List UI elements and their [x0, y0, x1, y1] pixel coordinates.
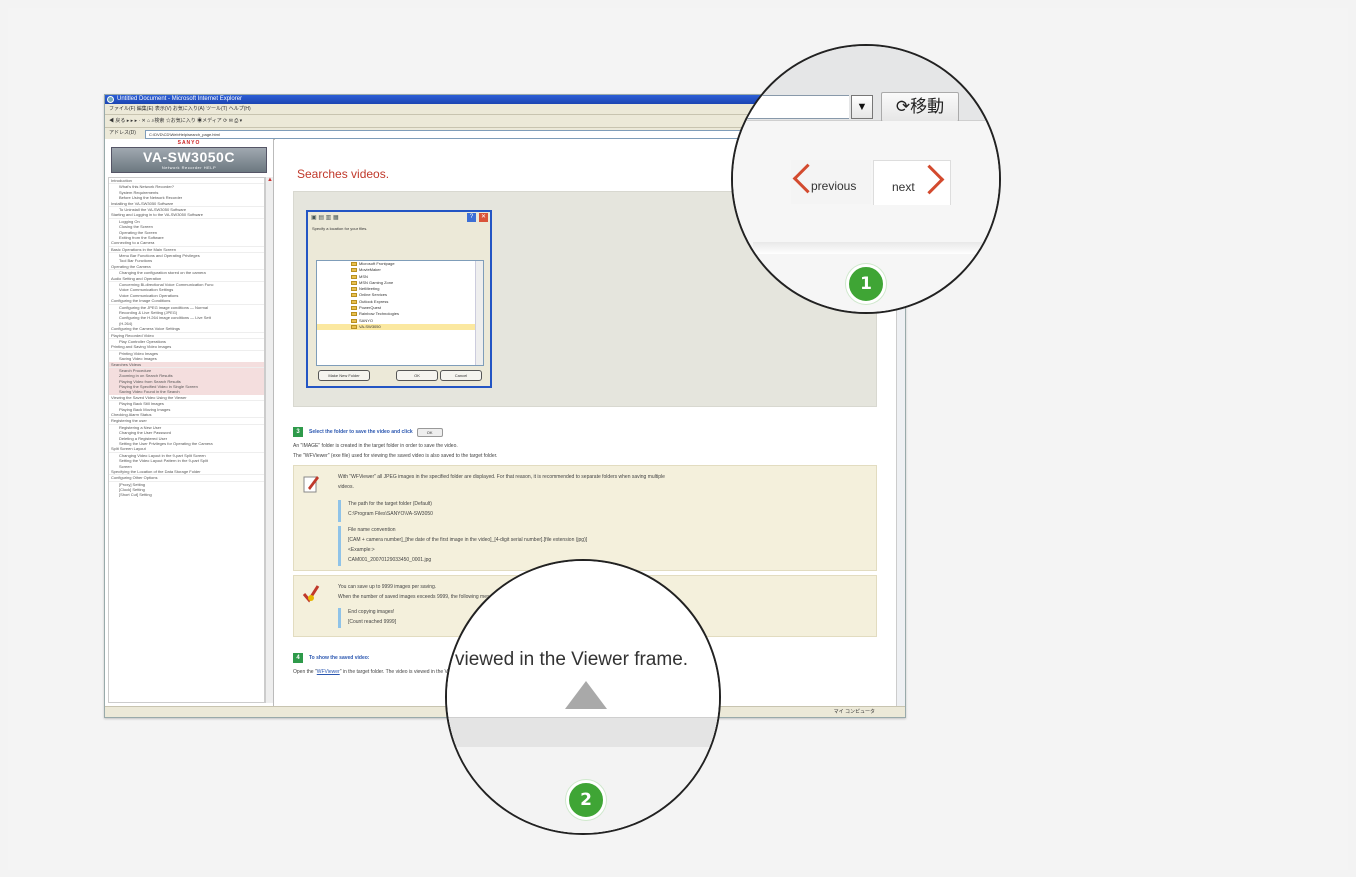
browse-folder-dialog: ▣ ▤ ▥ ▦ ? ✕ Specify a location for your …: [306, 210, 492, 388]
path-label: The path for the target folder (Default): [348, 501, 432, 507]
memo-pencil-icon: [303, 476, 319, 493]
step-3: 3 Select the folder to save the video and…: [293, 427, 443, 437]
line3-prefix: Open the ": [293, 669, 317, 675]
magnified-status-bar: [447, 717, 719, 748]
note-memo: With "WFViewer" all JPEG images in the s…: [293, 465, 877, 571]
model-name: VA-SW3050C: [143, 149, 235, 165]
address-input[interactable]: C:\DVD\CD\WebHelp\search_page.html: [145, 130, 755, 139]
step-number: 3: [293, 427, 303, 437]
filename-example: CAM001_20070129033450_0001.jpg: [348, 557, 432, 563]
chevron-down-icon[interactable]: ▼: [851, 95, 873, 119]
window-title: Untitled Document - Microsoft Internet E…: [117, 96, 243, 102]
model-subtitle: Network Recorder HELP: [161, 165, 217, 170]
page-title: Searches videos.: [297, 167, 390, 181]
callout-badge-2: 2: [566, 780, 606, 820]
inline-ok-button: OK: [416, 427, 443, 437]
toc-item[interactable]: [Short Cut] Setting: [109, 492, 264, 497]
magnified-address-field[interactable]: [733, 95, 849, 119]
go-button[interactable]: ⟳移動: [881, 92, 959, 122]
magnified-toolbar: ▼ ⟳移動: [733, 46, 999, 122]
folder-tree[interactable]: Microsoft Frontpage MovieMaker MSN MSN Gami…: [316, 260, 484, 366]
dialog-prompt: Specify a location for your files.: [312, 226, 368, 231]
brand-logo: SANYO: [177, 140, 201, 146]
next-button[interactable]: next: [873, 160, 951, 205]
scroll-up-icon[interactable]: ▲: [267, 177, 273, 183]
close-icon[interactable]: ✕: [479, 213, 488, 222]
ie-icon: [107, 96, 114, 103]
model-banner: VA-SW3050C Network Recorder HELP: [111, 147, 267, 173]
ok-button[interactable]: OK: [396, 370, 438, 381]
make-new-folder-button[interactable]: Make New Folder: [318, 370, 370, 381]
sidebar-scrollbar[interactable]: ▲: [265, 177, 273, 703]
magnified-text: viewed in the Viewer frame.: [455, 649, 689, 670]
scroll-top-icon[interactable]: [565, 681, 607, 709]
dialog-buttons: Make New Folder OK Cancel: [316, 370, 482, 381]
stage: Untitled Document - Microsoft Internet E…: [0, 0, 1356, 877]
callout-badge-1: 1: [846, 264, 886, 304]
message-line-1: End copying images!: [348, 609, 395, 615]
filename-example-label: <Example:>: [348, 547, 375, 553]
folder-scrollbar[interactable]: [475, 261, 483, 365]
step-title: To show the saved video:: [309, 655, 370, 661]
wfviewer-link[interactable]: WFViewer: [317, 669, 340, 675]
note-bar: [338, 500, 341, 522]
message-line-2: [Count reached 9999]: [348, 619, 397, 625]
note-bar: [338, 608, 341, 628]
status-zone: マイ コンピュータ: [833, 709, 875, 715]
step-title: Select the folder to save the video and …: [309, 429, 413, 435]
magnified-divider: [753, 242, 999, 254]
body-line-2: The "WFViewer" (exe file) used for viewi…: [293, 453, 498, 459]
folder-item[interactable]: VA-SW3050: [317, 323, 483, 331]
previous-label: previous: [811, 179, 857, 193]
filename-format: [CAM + camera number]_[the date of the f…: [348, 537, 588, 543]
step-4: 4 To show the saved video:: [293, 653, 369, 663]
next-label: next: [892, 180, 915, 194]
note-text-1: With "WFViewer" all JPEG images in the s…: [338, 474, 665, 480]
step-number: 4: [293, 653, 303, 663]
cancel-button[interactable]: Cancel: [440, 370, 482, 381]
dialog-tools-icon: ▣ ▤ ▥ ▦: [311, 215, 339, 221]
address-label: アドレス(D): [109, 130, 136, 136]
chevron-right-icon: [914, 164, 945, 195]
table-of-contents: Introduction What's this Network Recorder…: [108, 177, 265, 703]
previous-button[interactable]: previous: [791, 160, 871, 204]
help-icon[interactable]: ?: [467, 213, 476, 222]
filename-label: File name convention: [348, 527, 396, 533]
caution-text-1: You can save up to 9999 images per savin…: [338, 584, 437, 590]
help-sidebar: SANYO VA-SW3050C Network Recorder HELP I…: [105, 139, 274, 707]
check-mark-icon: [302, 585, 320, 603]
dialog-titlebar: ▣ ▤ ▥ ▦ ? ✕: [308, 212, 490, 224]
note-bar: [338, 526, 341, 566]
note-text-2: videos.: [338, 484, 354, 490]
body-line-1: An "IMAGE" folder is created in the targ…: [293, 443, 458, 449]
path-value: C:\Program Files\SANYO\VA-SW3050: [348, 511, 433, 517]
